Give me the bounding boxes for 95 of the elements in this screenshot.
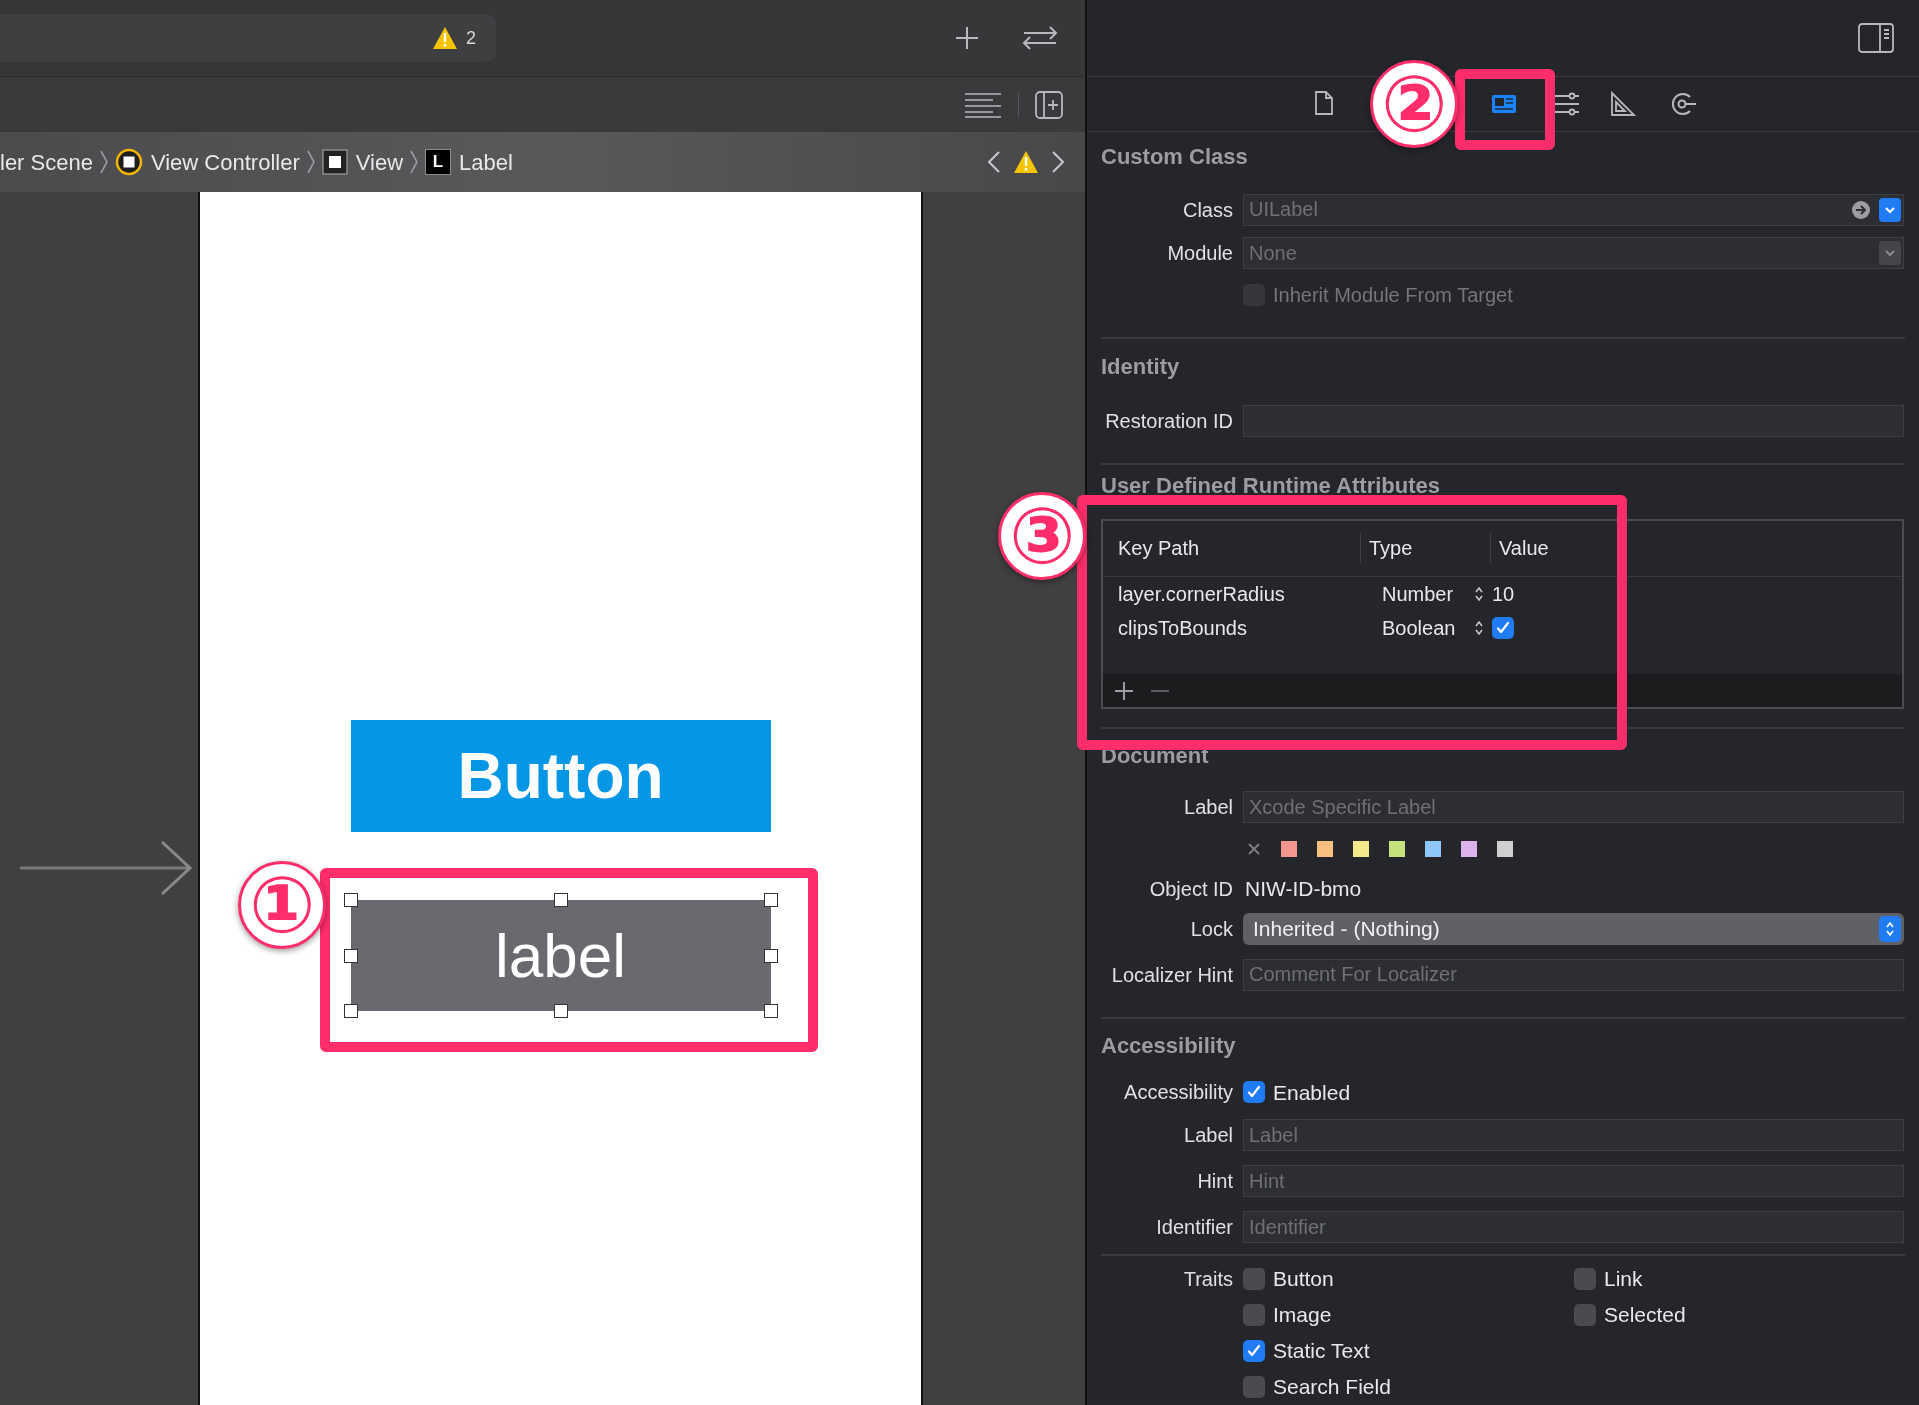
text-field[interactable]: Hint [1243, 1165, 1904, 1198]
field-label: Object ID [1149, 876, 1233, 902]
breadcrumb-item[interactable]: View Controller [150, 145, 300, 179]
checkbox[interactable] [1243, 1081, 1265, 1104]
field-label: Traits [1183, 1267, 1233, 1293]
add-editor-icon[interactable] [1035, 90, 1063, 119]
dropdown-icon[interactable] [1879, 197, 1901, 222]
color-swatch[interactable] [1461, 841, 1477, 858]
checkmark-icon [1495, 619, 1511, 636]
label-field[interactable]: Xcode Specific Label [1243, 791, 1904, 824]
resize-handle[interactable] [553, 893, 568, 907]
section-heading: Accessibility [1101, 1032, 1236, 1061]
resize-handle[interactable] [343, 893, 358, 907]
field-label: Identifier [1156, 1215, 1233, 1241]
field-label: Module [1167, 241, 1233, 267]
chevron-icon [305, 149, 316, 175]
key-path-cell-text: layer.cornerRadius [1117, 581, 1286, 607]
breadcrumb-item[interactable]: ler Scene [0, 145, 93, 179]
arrow-circle-icon[interactable] [1851, 199, 1871, 220]
checkbox[interactable] [1574, 1268, 1596, 1291]
field-label: Label [1184, 1123, 1233, 1149]
section-heading: User Defined Runtime Attributes [1101, 472, 1440, 501]
resize-handle[interactable] [763, 1004, 778, 1018]
type-cell[interactable]: Number [1360, 578, 1472, 609]
entry-arrow-icon [20, 840, 195, 896]
checkbox-label: Inherit Module From Target [1273, 283, 1513, 309]
lock-popup[interactable]: Inherited - (Nothing) [1243, 912, 1904, 945]
checkbox[interactable] [1574, 1304, 1596, 1327]
resize-handle[interactable] [763, 893, 778, 907]
checkbox[interactable] [1243, 1268, 1265, 1291]
back-chevron-icon[interactable] [987, 150, 1001, 174]
text-field[interactable]: Identifier [1243, 1211, 1904, 1244]
warning-icon[interactable] [432, 26, 458, 50]
plus-icon[interactable] [954, 25, 980, 51]
module-field[interactable]: None [1243, 237, 1904, 270]
text-field[interactable]: Label [1243, 1119, 1904, 1152]
resize-handle[interactable] [553, 1004, 568, 1018]
restoration-id-field[interactable] [1243, 405, 1904, 437]
object-id-value: NIW-ID-bmo [1244, 876, 1362, 903]
checkbox[interactable] [1492, 616, 1514, 639]
view-icon [321, 149, 348, 175]
label-icon: L [425, 149, 452, 175]
chevron-icon [409, 149, 420, 175]
stepper-icon[interactable] [1474, 585, 1484, 602]
checkbox[interactable] [1243, 1304, 1265, 1327]
color-swatch[interactable] [1425, 841, 1441, 858]
field-label: Hint [1197, 1169, 1233, 1195]
column-header[interactable]: Type [1369, 533, 1413, 564]
breadcrumb-item[interactable]: Label [459, 145, 513, 179]
warning-icon[interactable] [1013, 150, 1039, 174]
value-cell-text: 10 [1492, 581, 1515, 607]
section-heading: Document [1101, 741, 1209, 770]
field-label: Accessibility [1124, 1080, 1233, 1106]
color-swatch[interactable] [1317, 841, 1333, 858]
stepper-icon[interactable] [1879, 915, 1901, 942]
localizer-hint-field[interactable]: Comment For Localizer [1243, 958, 1904, 991]
field-label: Lock [1190, 916, 1233, 942]
stepper-icon[interactable] [1474, 619, 1484, 636]
color-swatch[interactable] [1497, 841, 1513, 858]
checkbox-label: Image [1273, 1302, 1332, 1329]
checkbox[interactable] [1243, 1340, 1265, 1363]
field-label: Class [1183, 197, 1233, 223]
chevron-icon [98, 149, 109, 175]
view-controller-icon [114, 148, 143, 176]
color-swatch[interactable] [1389, 841, 1405, 858]
swap-arrows-icon[interactable] [1020, 24, 1060, 52]
checkbox-label: Selected [1604, 1302, 1686, 1329]
column-header[interactable]: Value [1499, 533, 1549, 564]
key-path-cell-text: clipsToBounds [1117, 615, 1248, 641]
resize-handle[interactable] [343, 1004, 358, 1018]
column-header[interactable]: Key Path [1118, 533, 1200, 564]
checkbox-label: Search Field [1273, 1374, 1391, 1401]
breadcrumb-item[interactable]: View [355, 145, 404, 179]
type-cell[interactable]: Boolean [1360, 612, 1472, 643]
checkbox-label: Link [1604, 1266, 1643, 1293]
add-icon[interactable] [1113, 679, 1135, 702]
section-heading: Custom Class [1101, 143, 1248, 172]
lines-icon[interactable] [964, 91, 1002, 118]
resize-handle[interactable] [343, 948, 358, 963]
field-label: Restoration ID [1105, 409, 1233, 434]
warning-count: 2 [466, 26, 476, 50]
checkbox-label: Static Text [1273, 1338, 1370, 1365]
canvas-label[interactable]: label [350, 900, 771, 1011]
checkbox-label: Button [1273, 1266, 1334, 1293]
checkbox[interactable] [1243, 1376, 1265, 1399]
sidebar-toggle-icon[interactable] [1858, 22, 1894, 53]
color-swatch[interactable] [1281, 841, 1297, 858]
no-color-icon[interactable] [1247, 842, 1261, 857]
class-field[interactable]: UILabel [1243, 193, 1904, 226]
checkbox-label: Enabled [1273, 1079, 1351, 1106]
forward-chevron-icon[interactable] [1051, 150, 1065, 174]
field-label: Localizer Hint [1111, 962, 1233, 988]
section-heading: Identity [1101, 352, 1180, 381]
color-swatch[interactable] [1353, 841, 1369, 858]
field-label: Label [1184, 795, 1233, 821]
